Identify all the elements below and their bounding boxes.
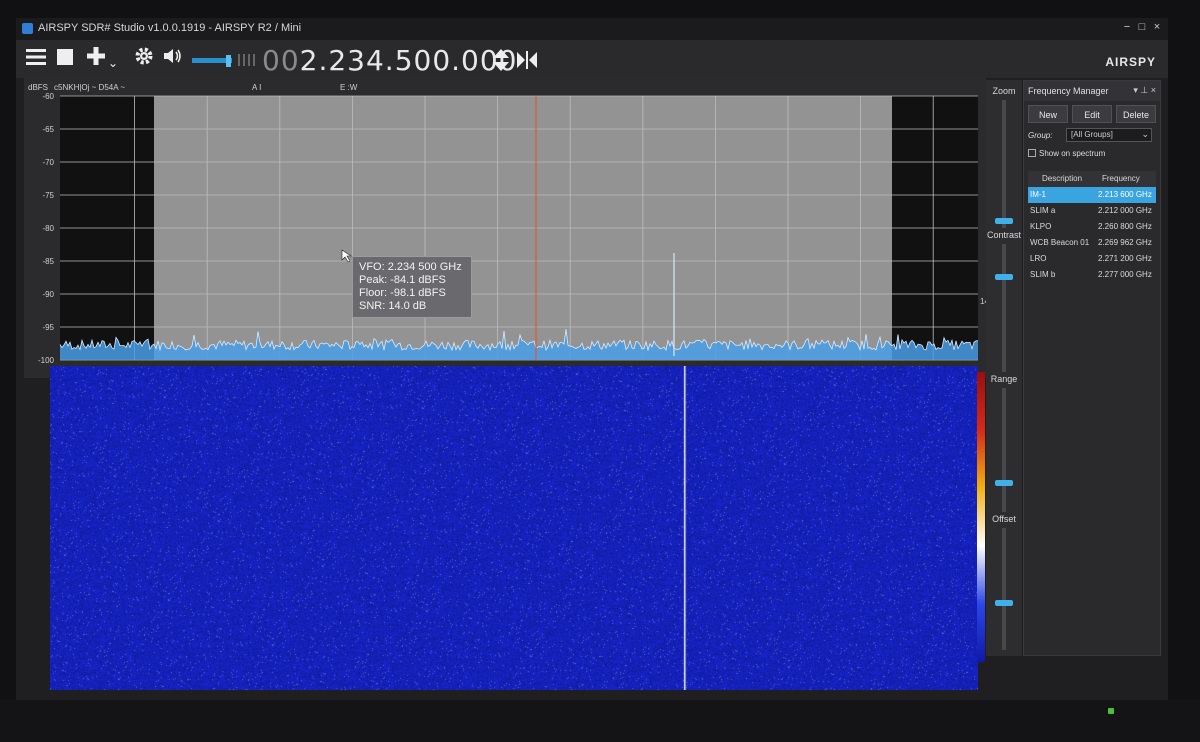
row-description: SLIM b (1030, 270, 1056, 279)
table-row[interactable]: SLIM a 2.212 000 GHz (1028, 203, 1156, 219)
waterfall-display[interactable] (50, 366, 978, 690)
row-frequency: 2.271 200 GHz (1098, 254, 1152, 263)
contrast-label: Contrast (986, 230, 1021, 240)
y-tick-label: -75 (42, 191, 54, 200)
frequency-display[interactable]: 002.234.500.000 (262, 44, 518, 77)
row-frequency: 2.269 962 GHz (1098, 238, 1152, 247)
y-tick-label: -80 (42, 224, 54, 233)
new-button[interactable]: New (1028, 105, 1068, 123)
add-dropdown-chevron-icon[interactable]: ⌄ (108, 50, 118, 76)
table-row[interactable]: WCB Beacon 01 2.269 962 GHz (1028, 235, 1156, 251)
table-row[interactable]: KLPO 2.260 800 GHz (1028, 219, 1156, 235)
spectrum-unit-label: dBFS (28, 83, 48, 92)
y-tick-label: -90 (42, 290, 54, 299)
frequency-manager-header: Frequency Manager ▾ ⊥ × (1024, 81, 1160, 101)
table-row[interactable]: LRO 2.271 200 GHz (1028, 251, 1156, 267)
y-tick-label: -65 (42, 125, 54, 134)
tuning-steps-icon (238, 52, 258, 68)
frequency-column-header[interactable]: Frequency (1102, 171, 1140, 187)
offset-label: Offset (992, 514, 1016, 524)
plus-icon[interactable] (86, 46, 106, 72)
tooltip-floor: Floor: -98.1 dBFS (359, 287, 446, 299)
table-header: Description Frequency (1028, 171, 1156, 187)
row-frequency: 2.213 600 GHz (1098, 190, 1152, 199)
hamburger-menu-icon[interactable] (26, 46, 46, 72)
y-tick-label: -95 (42, 323, 54, 332)
tooltip-peak: Peak: -84.1 dBFS (359, 274, 446, 286)
y-tick-label: -60 (42, 92, 54, 101)
monitor-bezel (0, 700, 1200, 742)
zoom-label: Zoom (992, 86, 1016, 96)
range-label: Range (990, 374, 1018, 384)
title-bar: AIRSPY SDR# Studio v1.0.0.1919 - AIRSPY … (16, 18, 1168, 40)
checkbox-icon[interactable] (1028, 149, 1036, 157)
row-frequency: 2.277 000 GHz (1098, 270, 1152, 279)
delete-button[interactable]: Delete (1116, 105, 1156, 123)
row-description: SLIM a (1030, 206, 1056, 215)
zoom-slider-thumb[interactable] (995, 218, 1013, 224)
toolbar: ⌄ 002.234.500.000 AIRSPY (16, 40, 1168, 78)
sdr-application-window: AIRSPY SDR# Studio v1.0.0.1919 - AIRSPY … (16, 18, 1168, 700)
row-description: LRO (1030, 254, 1047, 263)
airspy-logo: AIRSPY (1105, 55, 1156, 69)
waterfall-color-scale (977, 372, 985, 662)
frequency-table: Description Frequency IM-1 2.213 600 GHz S… (1028, 171, 1156, 283)
frequency-manager-panel: Frequency Manager ▾ ⊥ × New Edit Delete … (1023, 80, 1161, 656)
offset-slider[interactable] (1002, 528, 1006, 650)
app-icon (22, 23, 33, 34)
range-slider[interactable] (1002, 388, 1006, 512)
zoom-slider[interactable] (1002, 100, 1006, 228)
row-description: KLPO (1030, 222, 1052, 231)
table-row[interactable]: SLIM b 2.277 000 GHz (1028, 267, 1156, 283)
close-button[interactable]: × (1150, 21, 1164, 33)
spectrum-plot: dBFS c5NKH|Oj ~ D54A ~ A I E :W -60 -65 -7… (24, 78, 986, 378)
group-select[interactable]: [All Groups] ⌄ (1066, 128, 1152, 142)
row-frequency: 2.260 800 GHz (1098, 222, 1152, 231)
table-row[interactable]: IM-1 2.213 600 GHz (1028, 187, 1156, 203)
frequency-up-down-icon[interactable] (492, 48, 510, 77)
row-description: WCB Beacon 01 (1030, 238, 1090, 247)
minimize-button[interactable]: − (1120, 21, 1134, 33)
frequency-manager-title: Frequency Manager (1028, 86, 1109, 96)
stop-icon[interactable] (56, 46, 74, 72)
show-on-spectrum-checkbox[interactable]: Show on spectrum (1028, 149, 1105, 158)
description-column-header[interactable]: Description (1042, 171, 1082, 187)
gear-icon[interactable] (134, 46, 154, 72)
center-tune-icon[interactable] (516, 50, 538, 75)
volume-slider[interactable] (192, 54, 234, 67)
window-title: AIRSPY SDR# Studio v1.0.0.1919 - AIRSPY … (38, 22, 302, 34)
speaker-icon[interactable] (162, 46, 184, 72)
spectrum-header-text: c5NKH|Oj ~ D54A ~ (54, 83, 125, 92)
display-controls-panel: Zoom Contrast Range Offset (986, 80, 1022, 656)
chevron-down-icon: ⌄ (1141, 129, 1149, 139)
offset-slider-thumb[interactable] (995, 600, 1013, 606)
contrast-slider[interactable] (1002, 244, 1006, 372)
contrast-slider-thumb[interactable] (995, 274, 1013, 280)
group-label: Group: (1028, 131, 1053, 140)
pin-icon[interactable]: ▾ ⊥ × (1133, 85, 1156, 96)
frequency-prefix: 00 (262, 44, 300, 77)
y-tick-label: -85 (42, 257, 54, 266)
tooltip-snr: SNR: 14.0 dB (359, 300, 427, 312)
frequency-value: 2.234.500.000 (299, 44, 518, 77)
monitor: AIRSPY SDR# Studio v1.0.0.1919 - AIRSPY … (0, 0, 1200, 742)
row-frequency: 2.212 000 GHz (1098, 206, 1152, 215)
range-slider-thumb[interactable] (995, 480, 1013, 486)
maximize-button[interactable]: □ (1135, 21, 1149, 33)
spectrum-header-mark-a: A I (252, 83, 261, 92)
y-tick-label: -100 (38, 356, 55, 365)
spectrum-analyzer[interactable]: dBFS c5NKH|Oj ~ D54A ~ A I E :W -60 -65 -7… (24, 78, 986, 378)
y-tick-label: -70 (42, 158, 54, 167)
signal-info-tooltip: VFO: 2.234 500 GHz Peak: -84.1 dBFS Floo… (352, 256, 472, 318)
show-on-spectrum-label: Show on spectrum (1039, 149, 1106, 158)
row-description: IM-1 (1030, 190, 1046, 199)
group-select-value: [All Groups] (1071, 130, 1113, 139)
edit-button[interactable]: Edit (1072, 105, 1112, 123)
power-indicator-light (1108, 708, 1114, 714)
table-body: IM-1 2.213 600 GHz SLIM a 2.212 000 GHz KLPO… (1028, 187, 1156, 283)
spectrum-header-mark-e: E :W (340, 83, 358, 92)
tooltip-vfo: VFO: 2.234 500 GHz (359, 261, 462, 273)
